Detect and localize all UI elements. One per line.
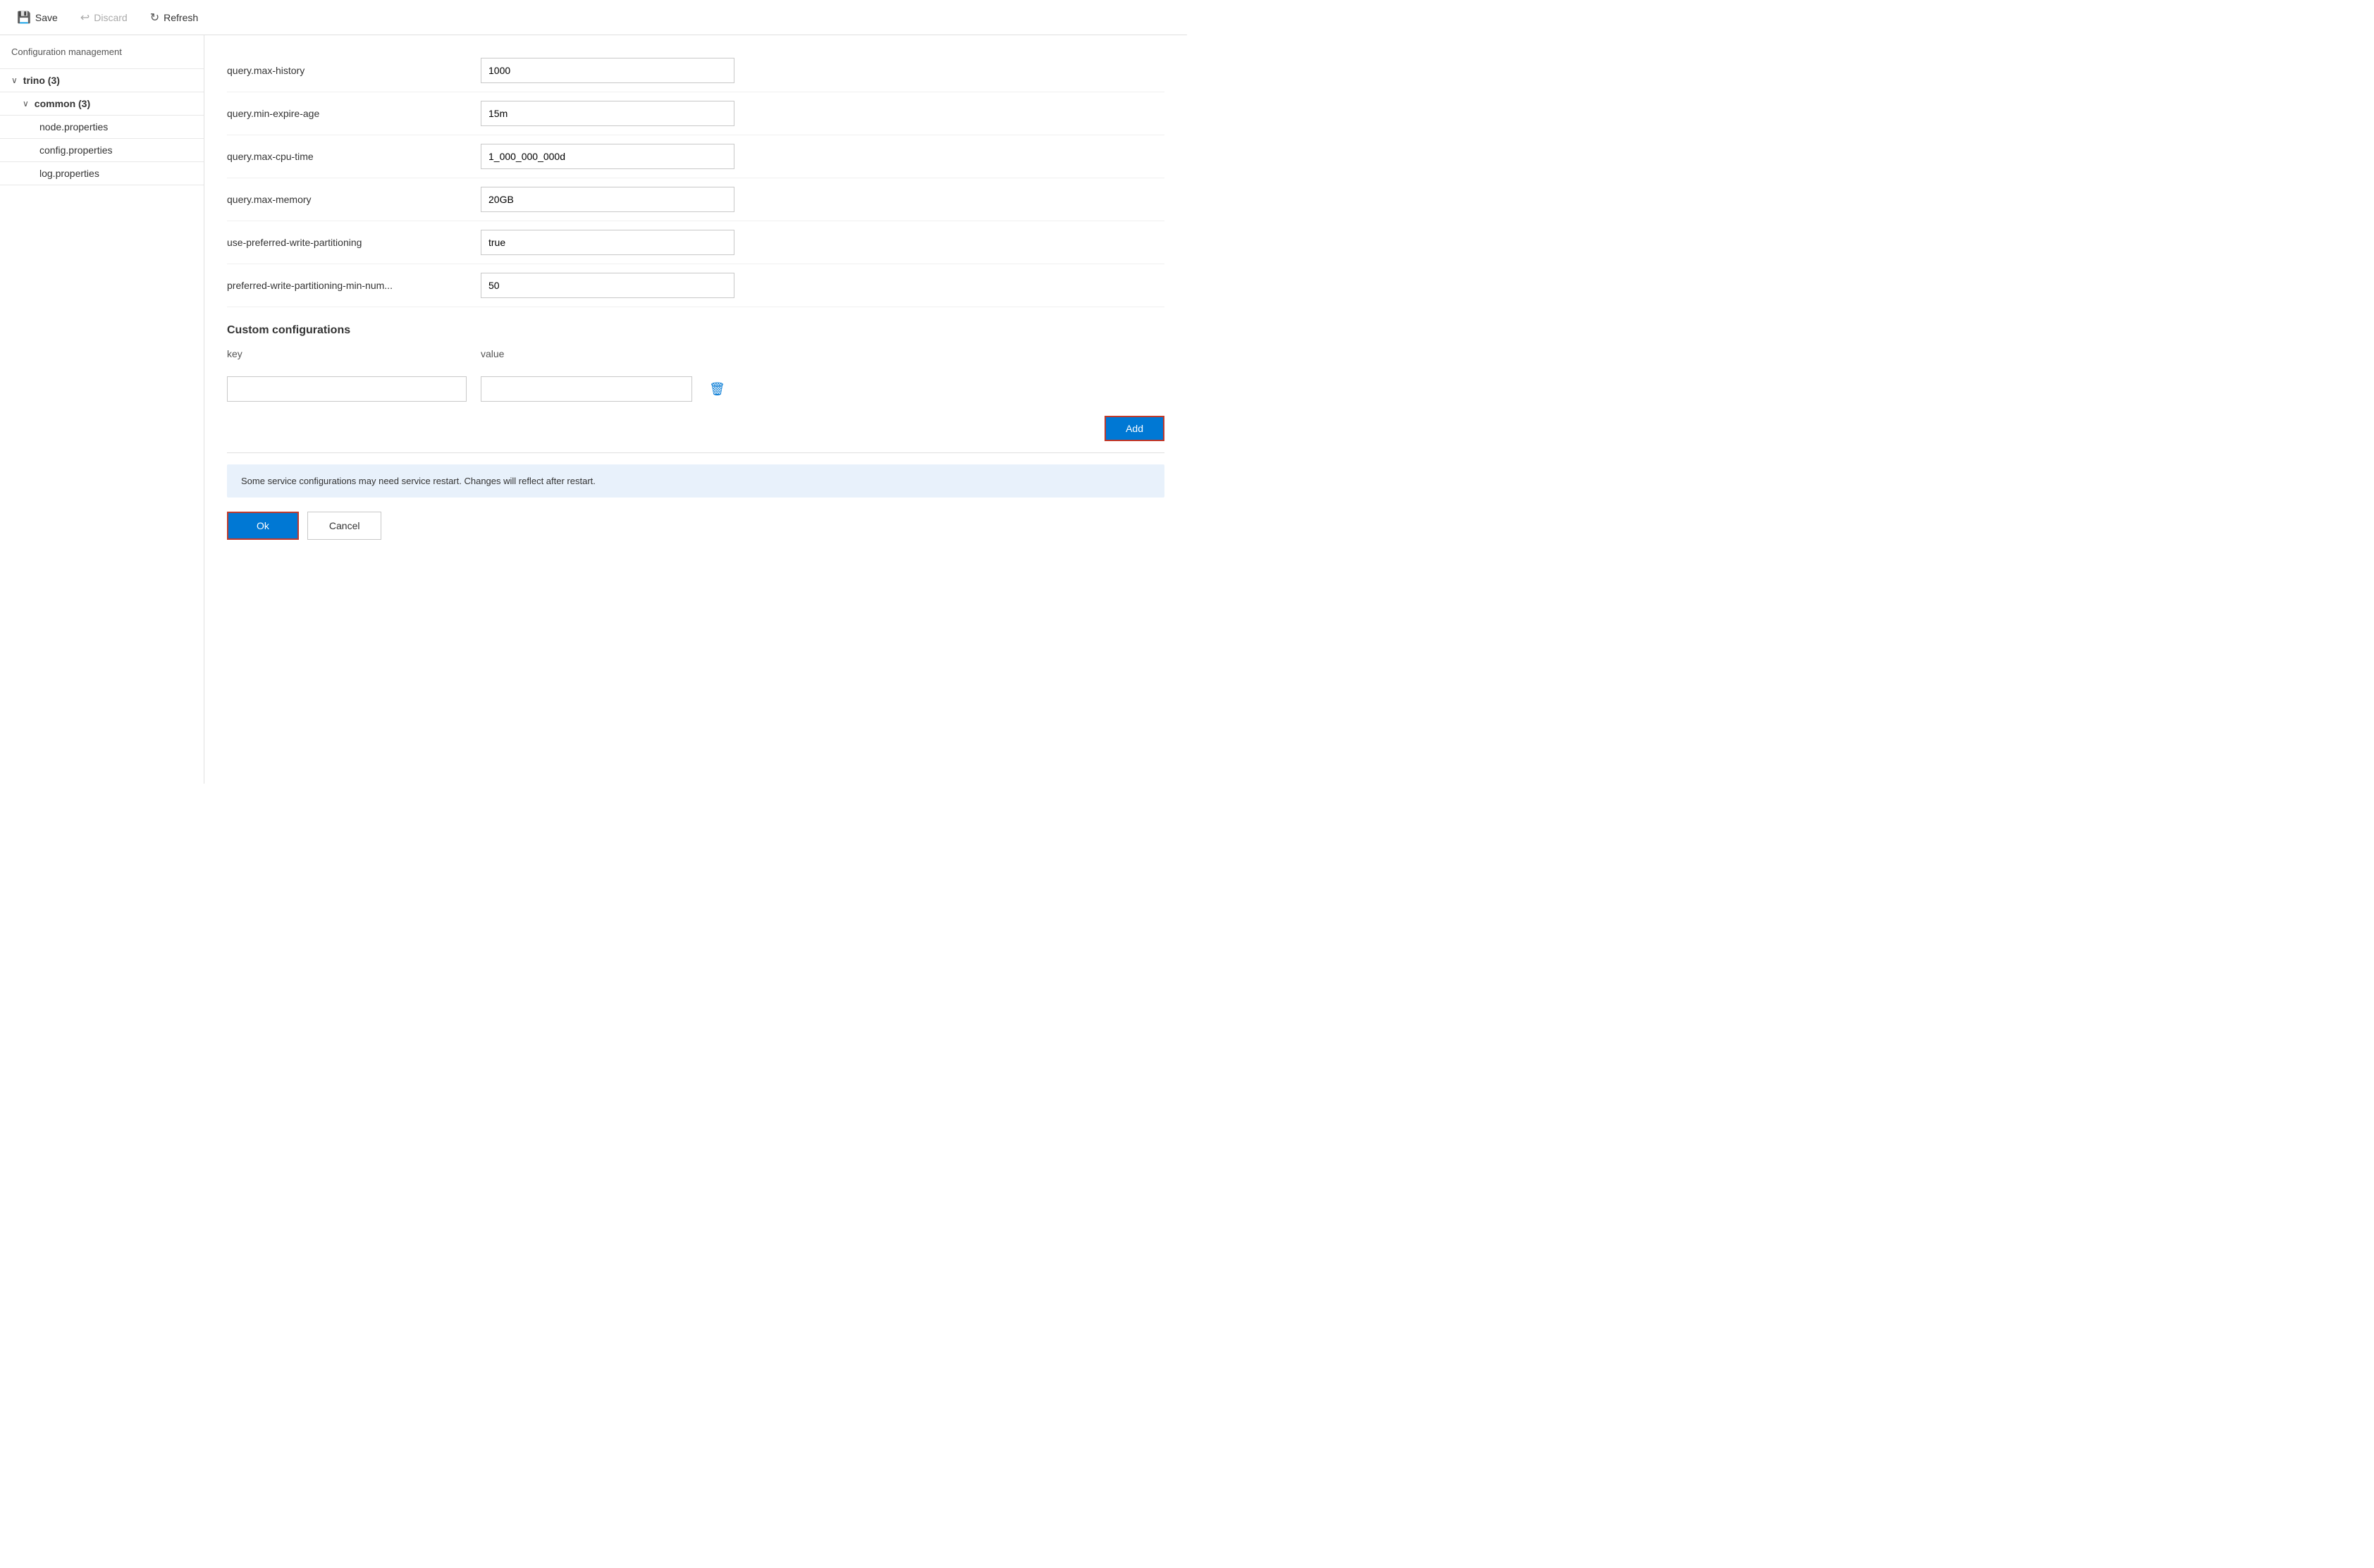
config-key: query.max-cpu-time: [227, 151, 467, 162]
refresh-button[interactable]: ↻ Refresh: [144, 8, 204, 27]
custom-config-header: key value: [227, 348, 1164, 365]
custom-key-input[interactable]: [227, 376, 467, 402]
trash-icon: 🗑: [709, 382, 725, 396]
add-button[interactable]: Add: [1105, 416, 1164, 441]
add-row: Add: [227, 416, 1164, 453]
config-value-input[interactable]: [481, 230, 734, 255]
config-value-input[interactable]: [481, 58, 734, 83]
ok-button[interactable]: Ok: [227, 512, 299, 540]
config-value-input[interactable]: [481, 144, 734, 169]
col-value-label: value: [481, 348, 504, 359]
config-value-input[interactable]: [481, 101, 734, 126]
discard-button[interactable]: ↩ Discard: [75, 8, 133, 27]
toolbar: 💾 Save ↩ Discard ↻ Refresh: [0, 0, 1187, 35]
save-button[interactable]: 💾 Save: [11, 8, 63, 27]
config-row: query.max-history: [227, 49, 1164, 92]
sidebar: Configuration management ∨ trino (3) ∨ c…: [0, 35, 204, 784]
common-tree-item[interactable]: ∨ common (3): [0, 92, 204, 115]
common-chevron-icon: ∨: [23, 99, 29, 109]
node-properties-item[interactable]: node.properties: [0, 116, 204, 138]
config-key: preferred-write-partitioning-min-num...: [227, 280, 467, 291]
config-key: query.min-expire-age: [227, 108, 467, 119]
custom-value-input[interactable]: [481, 376, 692, 402]
config-row: preferred-write-partitioning-min-num...: [227, 264, 1164, 307]
main-layout: Configuration management ∨ trino (3) ∨ c…: [0, 35, 1187, 784]
config-row: use-preferred-write-partitioning: [227, 221, 1164, 264]
delete-custom-row-button[interactable]: 🗑: [706, 379, 728, 400]
content-panel: query.max-history query.min-expire-age que…: [204, 35, 1187, 784]
config-properties-item[interactable]: config.properties: [0, 139, 204, 161]
config-row: query.max-memory: [227, 178, 1164, 221]
config-key: query.max-memory: [227, 194, 467, 205]
refresh-icon: ↻: [150, 11, 159, 25]
info-banner: Some service configurations may need ser…: [227, 464, 1164, 498]
cancel-button[interactable]: Cancel: [307, 512, 382, 540]
config-value-input[interactable]: [481, 273, 734, 298]
custom-config-title: Custom configurations: [227, 324, 1164, 337]
trino-tree-item[interactable]: ∨ trino (3): [0, 69, 204, 92]
save-icon: 💾: [17, 11, 31, 25]
log-properties-item[interactable]: log.properties: [0, 162, 204, 185]
config-key: query.max-history: [227, 65, 467, 76]
trino-chevron-icon: ∨: [11, 75, 18, 85]
discard-icon: ↩: [80, 11, 90, 25]
custom-config-row: 🗑: [227, 371, 1164, 407]
col-key-label: key: [227, 348, 467, 359]
config-value-input[interactable]: [481, 187, 734, 212]
config-rows: query.max-history query.min-expire-age que…: [227, 49, 1164, 307]
action-row: Ok Cancel: [227, 512, 1164, 540]
config-row: query.min-expire-age: [227, 92, 1164, 135]
config-key: use-preferred-write-partitioning: [227, 237, 467, 248]
config-row: query.max-cpu-time: [227, 135, 1164, 178]
sidebar-title: Configuration management: [0, 47, 204, 68]
